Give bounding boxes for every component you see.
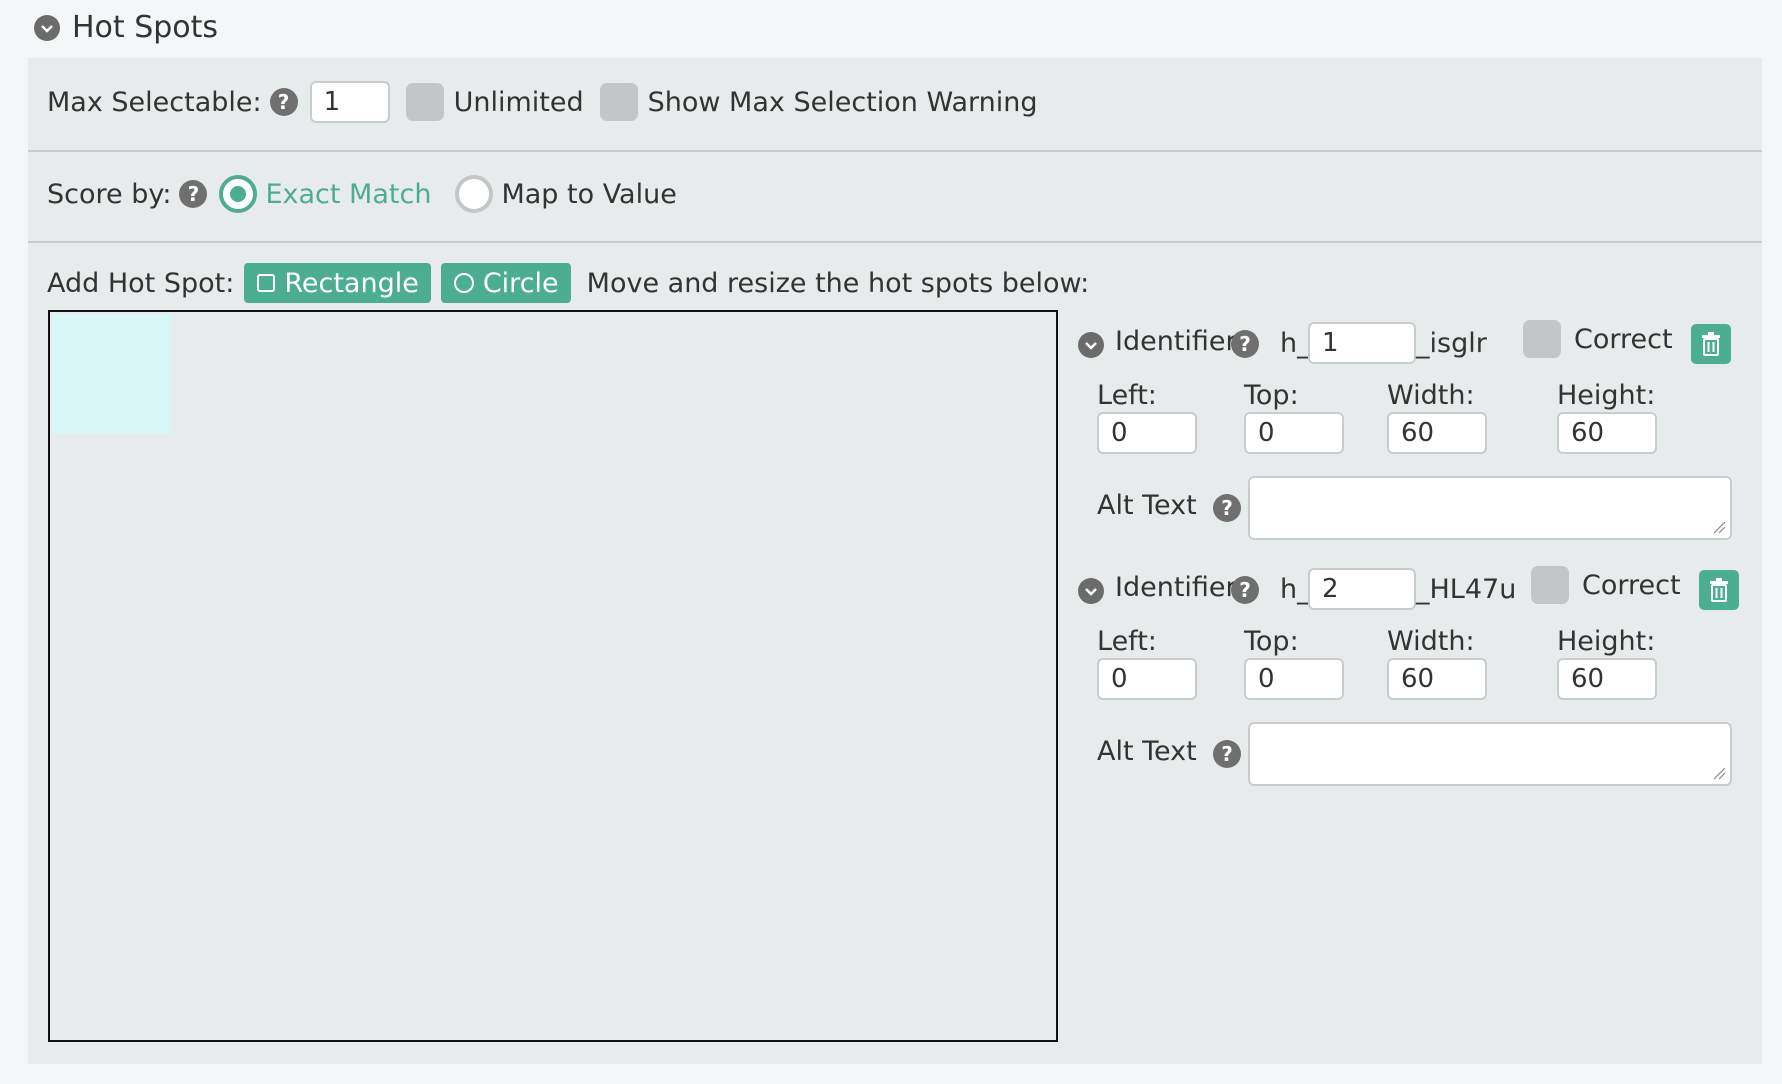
max-selectable-label: Max Selectable: [47, 86, 262, 118]
alt-text-label: Alt Text [1097, 736, 1197, 767]
identifier-suffix: _HL47u [1416, 574, 1517, 605]
left-label: Left: [1097, 380, 1157, 411]
trash-icon [1702, 332, 1720, 356]
help-icon[interactable]: ? [179, 180, 208, 208]
show-warning-checkbox[interactable] [599, 83, 638, 121]
exact-match-radio[interactable] [219, 175, 258, 213]
alt-text-label: Alt Text [1097, 490, 1197, 521]
height-input[interactable]: 60 [1557, 412, 1657, 454]
score-by-label: Score by: [47, 178, 172, 210]
unlimited-checkbox[interactable] [405, 83, 444, 121]
chevron-down-icon[interactable] [34, 14, 60, 41]
identifier-input[interactable]: 2 [1308, 568, 1416, 610]
map-to-value-radio[interactable] [455, 175, 494, 213]
left-input[interactable]: 0 [1097, 658, 1197, 700]
show-warning-label: Show Max Selection Warning [647, 86, 1038, 118]
chevron-down-icon[interactable] [1078, 578, 1104, 604]
help-icon[interactable]: ? [269, 88, 298, 116]
correct-checkbox[interactable] [1523, 320, 1561, 358]
hotspot-canvas[interactable] [48, 310, 1058, 1042]
top-input[interactable]: 0 [1244, 658, 1344, 700]
add-circle-button[interactable]: Circle [440, 263, 571, 303]
divider [28, 241, 1762, 243]
top-label: Top: [1244, 380, 1299, 411]
width-label: Width: [1387, 626, 1475, 657]
height-input[interactable]: 60 [1557, 658, 1657, 700]
chevron-down-icon[interactable] [1078, 332, 1104, 358]
add-rectangle-button[interactable]: Rectangle [244, 263, 431, 303]
identifier-prefix: h_ [1280, 328, 1311, 359]
top-label: Top: [1244, 626, 1299, 657]
max-selectable-row: Max Selectable: ? 1 Unlimited Show Max S… [28, 70, 1762, 134]
alt-text-input[interactable] [1248, 476, 1732, 540]
height-label: Height: [1557, 380, 1656, 411]
map-to-value-label[interactable]: Map to Value [501, 179, 676, 210]
left-label: Left: [1097, 626, 1157, 657]
identifier-label: Identifier [1115, 572, 1237, 603]
hotspot-rectangle[interactable] [52, 314, 172, 434]
width-input[interactable]: 60 [1387, 658, 1487, 700]
correct-checkbox[interactable] [1531, 566, 1569, 604]
score-by-row: Score by: ? Exact Match Map to Value [28, 162, 1762, 226]
hotspots-panel: Max Selectable: ? 1 Unlimited Show Max S… [28, 58, 1762, 1064]
width-label: Width: [1387, 380, 1475, 411]
identifier-input[interactable]: 1 [1308, 322, 1416, 364]
resize-handle-icon[interactable] [1712, 520, 1726, 534]
section-header[interactable]: Hot Spots [34, 10, 218, 45]
help-icon[interactable]: ? [1231, 576, 1259, 604]
trash-icon [1710, 578, 1728, 602]
exact-match-label[interactable]: Exact Match [265, 179, 431, 210]
max-selectable-input[interactable]: 1 [309, 81, 390, 123]
correct-label: Correct [1574, 324, 1673, 355]
identifier-prefix: h_ [1280, 574, 1311, 605]
square-icon [257, 274, 276, 292]
resize-handle-icon[interactable] [1712, 766, 1726, 780]
top-input[interactable]: 0 [1244, 412, 1344, 454]
circle-icon [453, 273, 474, 293]
unlimited-label: Unlimited [453, 86, 584, 118]
alt-text-input[interactable] [1248, 722, 1732, 786]
identifier-label: Identifier [1115, 326, 1237, 357]
help-icon[interactable]: ? [1231, 330, 1259, 358]
identifier-suffix: _isglr [1416, 328, 1487, 359]
correct-label: Correct [1582, 570, 1681, 601]
add-hotspot-label: Add Hot Spot: [47, 267, 235, 299]
section-title: Hot Spots [72, 10, 219, 45]
width-input[interactable]: 60 [1387, 412, 1487, 454]
add-hotspot-row: Add Hot Spot: Rectangle Circle Move and … [28, 261, 1762, 305]
divider [28, 150, 1762, 152]
delete-hotspot-button[interactable] [1699, 570, 1739, 610]
help-icon[interactable]: ? [1213, 494, 1241, 522]
height-label: Height: [1557, 626, 1656, 657]
delete-hotspot-button[interactable] [1691, 324, 1731, 364]
help-icon[interactable]: ? [1213, 740, 1241, 768]
instructions-text: Move and resize the hot spots below: [586, 267, 1090, 299]
left-input[interactable]: 0 [1097, 412, 1197, 454]
